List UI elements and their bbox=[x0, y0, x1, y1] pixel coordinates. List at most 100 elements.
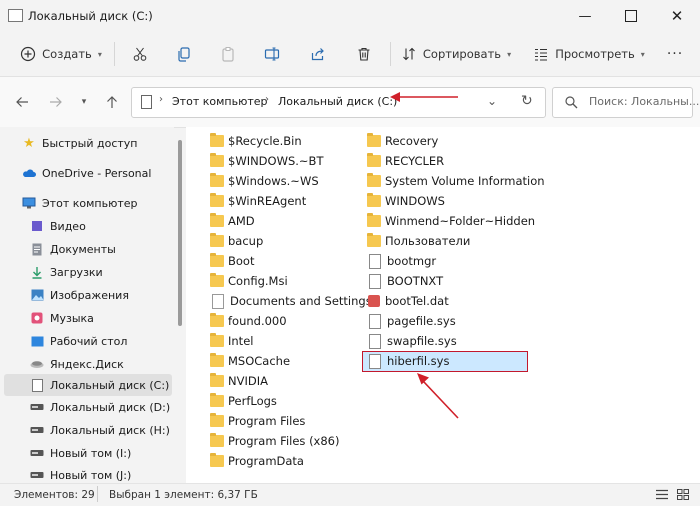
list-item[interactable]: Intel bbox=[210, 331, 253, 351]
sidebar-item-downloads[interactable]: Загрузки bbox=[30, 261, 198, 283]
list-item[interactable]: RECYCLER bbox=[367, 151, 444, 171]
list-item[interactable]: AMD bbox=[210, 211, 255, 231]
list-item[interactable]: Пользователи bbox=[367, 231, 470, 251]
address-bar[interactable]: › Этот компьютер › Локальный диск (C:) ⌄… bbox=[131, 87, 546, 118]
breadcrumb-this-pc[interactable]: Этот компьютер bbox=[172, 95, 268, 108]
list-item[interactable]: bootTel.dat bbox=[367, 291, 449, 311]
details-view-button[interactable] bbox=[656, 489, 668, 500]
window-title: Локальный диск (C:) bbox=[28, 9, 153, 23]
chevron-right-icon: › bbox=[265, 94, 269, 105]
list-item[interactable]: PerfLogs bbox=[210, 391, 277, 411]
rename-icon bbox=[264, 47, 280, 61]
create-button[interactable]: Создать ▾ bbox=[14, 40, 108, 68]
list-item[interactable]: ProgramData bbox=[210, 451, 304, 471]
maximize-button[interactable] bbox=[608, 0, 654, 32]
list-item[interactable]: $Recycle.Bin bbox=[210, 131, 302, 151]
sidebar-item-this-pc[interactable]: Этот компьютер bbox=[22, 192, 190, 214]
annotation-arrow bbox=[417, 373, 459, 419]
file-name: MSOCache bbox=[228, 354, 291, 368]
divider bbox=[114, 42, 115, 66]
forward-button[interactable] bbox=[45, 91, 67, 113]
recent-locations-button[interactable]: ▾ bbox=[73, 91, 95, 113]
view-button[interactable]: Просмотреть ▾ bbox=[530, 40, 648, 68]
list-item[interactable]: bacup bbox=[210, 231, 263, 251]
list-item[interactable]: Documents and Settings bbox=[210, 291, 372, 311]
file-name: ProgramData bbox=[228, 454, 304, 468]
close-button[interactable]: ✕ bbox=[654, 0, 700, 32]
list-item[interactable]: Boot bbox=[210, 251, 254, 271]
sidebar-item-yandex-disk[interactable]: Яндекс.Диск bbox=[30, 353, 198, 375]
list-item[interactable]: NVIDIA bbox=[210, 371, 268, 391]
sidebar-scrollbar-thumb[interactable] bbox=[178, 140, 182, 326]
file-name: Winmend~Folder~Hidden bbox=[385, 214, 536, 228]
file-icon bbox=[369, 273, 381, 289]
sidebar-item-label: Изображения bbox=[50, 288, 129, 302]
share-button[interactable] bbox=[304, 40, 332, 68]
file-icon bbox=[369, 333, 381, 349]
list-item[interactable]: swapfile.sys bbox=[367, 331, 457, 351]
list-item[interactable]: WINDOWS bbox=[367, 191, 445, 211]
refresh-button[interactable]: ↻ bbox=[521, 93, 533, 109]
sidebar-item-quick-access[interactable]: ★ Быстрый доступ bbox=[22, 132, 190, 154]
cut-button[interactable] bbox=[126, 40, 154, 68]
folder-icon bbox=[367, 153, 381, 167]
item-count: Элементов: 29 bbox=[14, 489, 95, 501]
divider bbox=[97, 486, 98, 502]
sidebar-item-label: Этот компьютер bbox=[42, 196, 138, 210]
sort-button[interactable]: Сортировать ▾ bbox=[400, 40, 512, 68]
delete-button[interactable] bbox=[350, 40, 378, 68]
sidebar-item-volume-i[interactable]: Новый том (I:) bbox=[30, 442, 198, 464]
minimize-button[interactable]: — bbox=[562, 0, 608, 32]
paste-button[interactable] bbox=[214, 40, 242, 68]
drive-icon bbox=[30, 400, 44, 414]
list-item[interactable]: pagefile.sys bbox=[367, 311, 456, 331]
list-item[interactable]: BOOTNXT bbox=[367, 271, 443, 291]
copy-button[interactable] bbox=[170, 40, 198, 68]
sidebar-item-pictures[interactable]: Изображения bbox=[30, 284, 198, 306]
maximize-icon bbox=[625, 10, 637, 22]
sidebar-item-local-disk-d[interactable]: Локальный диск (D:) bbox=[30, 396, 198, 418]
list-item[interactable]: System Volume Information bbox=[367, 171, 545, 191]
more-options-button[interactable]: ··· bbox=[664, 40, 686, 68]
list-item[interactable]: $WINDOWS.~BT bbox=[210, 151, 323, 171]
sidebar-item-local-disk-h[interactable]: Локальный диск (H:) bbox=[30, 419, 198, 441]
file-name: hiberfil.sys bbox=[387, 354, 450, 368]
rename-button[interactable] bbox=[258, 40, 286, 68]
address-history-button[interactable]: ⌄ bbox=[487, 94, 497, 108]
list-item[interactable]: Config.Msi bbox=[210, 271, 288, 291]
list-item[interactable]: Program Files (x86) bbox=[210, 431, 339, 451]
sidebar-item-documents[interactable]: Документы bbox=[30, 238, 198, 260]
trash-icon bbox=[358, 47, 370, 61]
sidebar-item-videos[interactable]: Видео bbox=[30, 215, 198, 237]
tiles-view-button[interactable] bbox=[677, 489, 689, 500]
list-item[interactable]: Winmend~Folder~Hidden bbox=[367, 211, 535, 231]
file-name: bacup bbox=[228, 234, 264, 248]
file-name: Program Files (x86) bbox=[228, 434, 340, 448]
list-item[interactable]: found.000 bbox=[210, 311, 287, 331]
list-item[interactable]: bootmgr bbox=[367, 251, 436, 271]
list-item[interactable]: $Windows.~WS bbox=[210, 171, 319, 191]
file-name: $WinREAgent bbox=[228, 194, 307, 208]
file-icon bbox=[369, 253, 381, 269]
list-item[interactable]: Program Files bbox=[210, 411, 305, 431]
list-item[interactable]: Recovery bbox=[367, 131, 438, 151]
search-box[interactable]: Поиск: Локальны... bbox=[552, 87, 699, 118]
file-name: Recovery bbox=[385, 134, 439, 148]
sidebar-item-onedrive[interactable]: OneDrive - Personal bbox=[22, 162, 190, 184]
drive-icon bbox=[8, 9, 23, 22]
list-item[interactable]: $WinREAgent bbox=[210, 191, 306, 211]
list-item-selected[interactable]: hiberfil.sys bbox=[367, 351, 449, 371]
list-item[interactable]: MSOCache bbox=[210, 351, 290, 371]
sidebar-item-desktop[interactable]: Рабочий стол bbox=[30, 330, 198, 352]
breadcrumb-local-disk[interactable]: Локальный диск (C:) bbox=[278, 95, 397, 108]
drive-icon bbox=[30, 423, 44, 437]
dat-file-icon bbox=[368, 295, 380, 307]
back-button[interactable] bbox=[11, 91, 33, 113]
up-button[interactable] bbox=[101, 91, 123, 113]
sidebar-item-local-disk-c[interactable]: Локальный диск (C:) bbox=[4, 374, 172, 396]
folder-icon bbox=[210, 173, 224, 187]
file-name: Пользователи bbox=[385, 234, 471, 248]
sidebar-item-music[interactable]: Музыка bbox=[30, 307, 198, 329]
drive-icon bbox=[30, 468, 44, 482]
computer-icon bbox=[22, 196, 36, 210]
